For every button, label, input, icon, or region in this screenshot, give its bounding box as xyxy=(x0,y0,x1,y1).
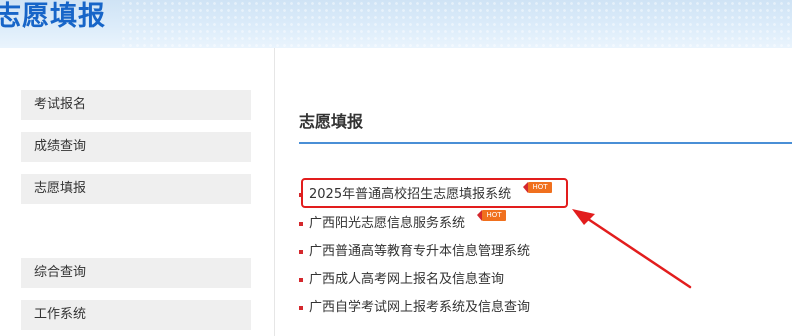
hot-badge: HOT xyxy=(523,182,552,193)
bullet-icon xyxy=(299,278,303,282)
bullet-icon xyxy=(299,193,303,197)
header-banner: 志愿填报 xyxy=(0,0,792,48)
sidebar-item-score-query[interactable]: 成绩查询 xyxy=(21,132,251,162)
link-sunshine-service[interactable]: 广西阳光志愿信息服务系统 xyxy=(309,214,465,234)
link-adult-exam[interactable]: 广西成人高考网上报名及信息查询 xyxy=(309,270,504,290)
bullet-icon xyxy=(299,306,303,310)
link-application-system[interactable]: 2025年普通高校招生志愿填报系统 xyxy=(309,185,511,205)
banner-pattern xyxy=(120,0,792,48)
link-upgrade-system[interactable]: 广西普通高等教育专升本信息管理系统 xyxy=(309,242,530,262)
sidebar-item-application[interactable]: 志愿填报 xyxy=(21,174,251,204)
sidebar-item-work-system[interactable]: 工作系统 xyxy=(21,300,251,330)
hot-badge: HOT xyxy=(477,210,506,221)
title-divider xyxy=(299,142,792,144)
banner-title: 志愿填报 xyxy=(0,1,106,32)
bullet-icon xyxy=(299,222,303,226)
bullet-icon xyxy=(299,250,303,254)
sidebar: 考试报名 成绩查询 志愿填报 综合查询 工作系统 xyxy=(0,48,275,336)
page-title: 志愿填报 xyxy=(299,112,364,131)
page: 志愿填报 考试报名 成绩查询 志愿填报 综合查询 工作系统 志愿填报 2025年… xyxy=(0,0,792,336)
sidebar-item-exam-registration[interactable]: 考试报名 xyxy=(21,90,251,120)
link-self-study-exam[interactable]: 广西自学考试网上报考系统及信息查询 xyxy=(309,298,530,318)
sidebar-item-comprehensive-query[interactable]: 综合查询 xyxy=(21,258,251,288)
